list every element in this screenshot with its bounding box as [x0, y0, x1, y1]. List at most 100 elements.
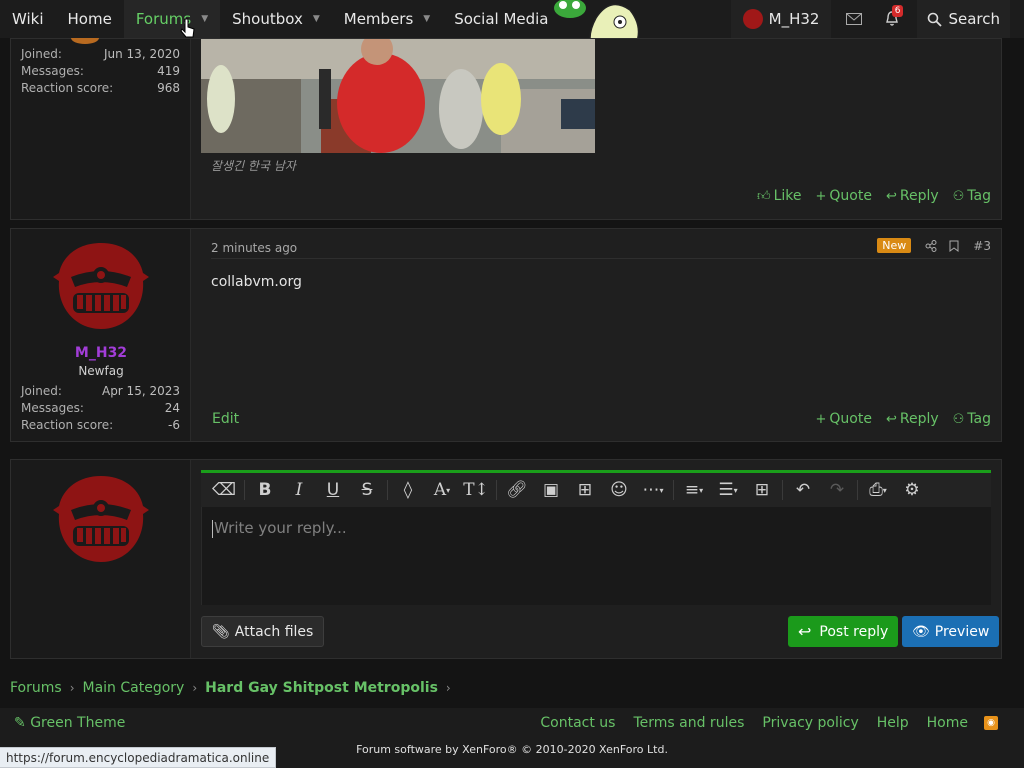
- user-stat-reaction: Reaction score: -6: [21, 418, 180, 432]
- footer-links: Contact us Terms and rules Privacy polic…: [522, 715, 998, 731]
- underline-icon[interactable]: U: [316, 473, 350, 507]
- font-family-icon[interactable]: A ▾: [425, 473, 459, 507]
- chevron-down-icon[interactable]: ▼: [313, 14, 320, 24]
- thumbs-up-icon: 👍︎: [756, 188, 771, 204]
- attach-files-button[interactable]: 📎︎ Attach files: [201, 616, 325, 647]
- quick-reply-panel: ⌫ B I U S ◊ A ▾ T↕ 🔗︎ ▣ ⊞ ☺ ⋯ ▾ ≡ ▾ ☰ ▾ ⊞ ↶ …: [10, 459, 1002, 659]
- search-label: Search: [948, 10, 1000, 28]
- nav-social-media-label: Social Media: [454, 10, 549, 28]
- user-avatar-crest-icon[interactable]: [53, 237, 149, 333]
- rich-text-editor: ⌫ B I U S ◊ A ▾ T↕ 🔗︎ ▣ ⊞ ☺ ⋯ ▾ ≡ ▾ ☰ ▾ ⊞ ↶ …: [201, 470, 991, 605]
- quote-label: Quote: [829, 188, 872, 204]
- user-menu-button[interactable]: M_H32: [730, 0, 832, 38]
- post-username[interactable]: M_H32: [11, 345, 191, 361]
- nav-forums[interactable]: Forums ▼: [123, 0, 221, 38]
- breadcrumb-forum[interactable]: Hard Gay Shitpost Metropolis: [205, 680, 438, 696]
- footer-link-privacy[interactable]: Privacy policy: [762, 715, 858, 731]
- bold-icon[interactable]: B: [248, 473, 282, 507]
- breadcrumb-main-category[interactable]: Main Category: [83, 680, 185, 696]
- smiley-icon[interactable]: ☺: [602, 473, 636, 507]
- post-actions: 👍︎ Like + Quote ↩ Reply ⚇ Tag: [743, 188, 991, 204]
- stat-value: Apr 15, 2023: [101, 384, 180, 398]
- undo-icon[interactable]: ↶: [786, 473, 820, 507]
- new-badge: New: [877, 238, 912, 253]
- search-button[interactable]: Search: [917, 0, 1010, 38]
- image-icon[interactable]: ▣: [534, 473, 568, 507]
- footer-link-home[interactable]: Home: [927, 715, 968, 731]
- text-cursor: [212, 519, 213, 538]
- align-icon[interactable]: ≡ ▾: [677, 473, 711, 507]
- user-stat-joined: Joined: Apr 15, 2023: [21, 384, 180, 398]
- top-navbar: Wiki Home Forums ▼ Shoutbox ▼ Members ▼ Soc…: [0, 0, 1024, 61]
- post-number-link[interactable]: #3: [973, 239, 991, 253]
- browser-status-url: https://forum.encyclopediadramatica.onli…: [0, 747, 277, 768]
- chevron-right-icon: ›: [445, 681, 451, 695]
- nav-wiki[interactable]: Wiki: [0, 0, 56, 38]
- reply-arrow-icon: ↩: [798, 622, 812, 641]
- post-card: M_H32 Newfag Joined: Apr 15, 2023 Message…: [10, 228, 1002, 442]
- post-user-panel: [11, 460, 191, 658]
- link-icon[interactable]: 🔗︎: [500, 473, 534, 507]
- tag-button[interactable]: ⚇ Tag: [953, 411, 991, 427]
- post-user-panel: Joined: Jun 13, 2020 Messages: 419 Reactio…: [11, 39, 191, 219]
- drafts-icon[interactable]: ⎙ ▾: [861, 473, 895, 507]
- preview-label: Preview: [934, 623, 990, 640]
- stat-label: Joined:: [21, 47, 62, 61]
- reply-button[interactable]: ↩ Reply: [886, 188, 939, 204]
- mouse-cursor-icon: [180, 18, 195, 38]
- post-content: collabvm.org: [211, 274, 302, 290]
- footer-link-contact[interactable]: Contact us: [540, 715, 615, 731]
- font-size-icon[interactable]: T↕: [459, 473, 493, 507]
- post-timestamp[interactable]: 2 minutes ago: [211, 241, 297, 255]
- nav-shoutbox[interactable]: Shoutbox ▼: [220, 0, 332, 38]
- user-avatar-crest-icon: [53, 476, 149, 562]
- post-reply-button[interactable]: ↩ Post reply: [788, 616, 899, 647]
- stat-label: Joined:: [21, 384, 62, 398]
- quote-button[interactable]: + Quote: [815, 188, 871, 204]
- tag-label: Tag: [967, 411, 991, 427]
- breadcrumb-forums[interactable]: Forums: [10, 680, 62, 696]
- alerts-button[interactable]: 6: [873, 0, 911, 38]
- footer-link-terms[interactable]: Terms and rules: [633, 715, 744, 731]
- stat-label: Reaction score:: [21, 418, 114, 432]
- nav-user-area: M_H32 6 Search: [730, 0, 1010, 38]
- edit-link[interactable]: Edit: [212, 411, 239, 427]
- reply-placeholder: Write your reply...: [214, 519, 347, 537]
- nav-members[interactable]: Members ▼: [332, 0, 442, 38]
- more-options-icon[interactable]: ⋯ ▾: [636, 473, 670, 507]
- footer-link-help[interactable]: Help: [877, 715, 909, 731]
- list-icon[interactable]: ☰ ▾: [711, 473, 745, 507]
- gear-icon[interactable]: ⚙: [895, 473, 929, 507]
- style-chooser-link[interactable]: ✎ Green Theme: [14, 715, 125, 731]
- inbox-button[interactable]: [835, 0, 873, 38]
- text-color-icon[interactable]: ◊: [391, 473, 425, 507]
- paperclip-icon: 📎︎: [212, 623, 230, 640]
- chevron-down-icon[interactable]: ▼: [423, 14, 430, 24]
- rss-icon[interactable]: ◉: [984, 716, 998, 730]
- user-stat-reaction: Reaction score: 968: [21, 81, 180, 95]
- plus-icon: +: [815, 188, 827, 204]
- reply-textarea[interactable]: Write your reply...: [201, 507, 991, 605]
- bookmark-icon[interactable]: [949, 240, 959, 252]
- stat-value: 968: [157, 81, 180, 95]
- toolbar-divider: [244, 480, 245, 500]
- nav-home[interactable]: Home: [56, 0, 124, 38]
- post-image[interactable]: [201, 39, 595, 153]
- like-button[interactable]: 👍︎ Like: [757, 188, 802, 204]
- share-icon[interactable]: [925, 239, 937, 252]
- tag-button[interactable]: ⚇ Tag: [953, 188, 991, 204]
- reply-button[interactable]: ↩ Reply: [886, 411, 939, 427]
- italic-icon[interactable]: I: [282, 473, 316, 507]
- quote-button[interactable]: + Quote: [815, 411, 871, 427]
- chevron-right-icon: ›: [69, 681, 75, 695]
- table-icon[interactable]: ⊞: [745, 473, 779, 507]
- strikethrough-icon[interactable]: S: [350, 473, 384, 507]
- preview-button[interactable]: 👁︎ Preview: [902, 616, 1000, 647]
- media-icon[interactable]: ⊞: [568, 473, 602, 507]
- tag-label: Tag: [967, 188, 991, 204]
- eye-icon: 👁︎: [912, 623, 930, 640]
- eraser-icon[interactable]: ⌫: [207, 473, 241, 507]
- reply-arrow-icon: ↩: [885, 188, 897, 204]
- chevron-down-icon[interactable]: ▼: [201, 14, 208, 24]
- nav-social-media[interactable]: Social Media: [442, 0, 560, 38]
